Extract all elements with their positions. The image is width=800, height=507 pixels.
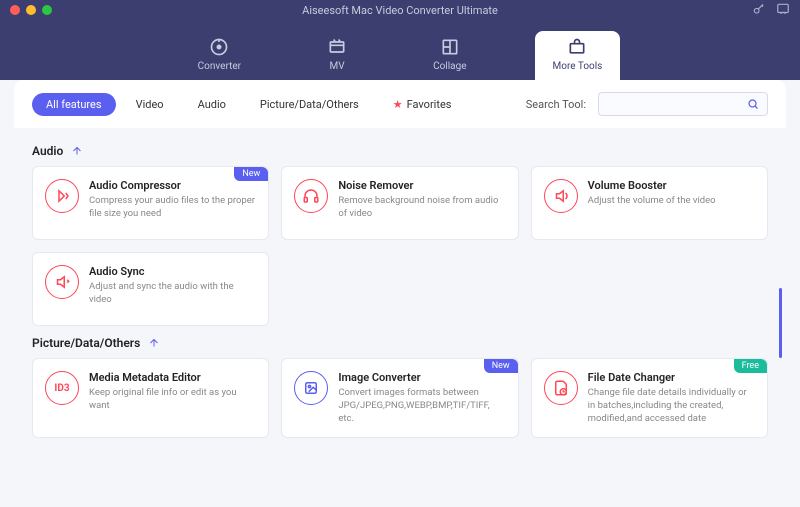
badge-new: New <box>234 167 268 181</box>
tab-all-features[interactable]: All features <box>32 93 116 116</box>
tab-audio[interactable]: Audio <box>184 93 240 116</box>
card-metadata-editor[interactable]: ID3 Media Metadata EditorKeep original f… <box>32 358 269 438</box>
search-input[interactable] <box>607 98 747 111</box>
nav-more-tools[interactable]: More Tools <box>535 31 621 80</box>
filter-toolbar: All features Video Audio Picture/Data/Ot… <box>32 92 768 116</box>
card-audio-sync[interactable]: Audio SyncAdjust and sync the audio with… <box>32 252 269 326</box>
card-image-converter[interactable]: New Image ConverterConvert images format… <box>281 358 518 438</box>
window-title: Aiseesoft Mac Video Converter Ultimate <box>0 4 800 17</box>
search-label: Search Tool: <box>526 98 586 111</box>
section-picture: Picture/Data/Others <box>32 336 768 350</box>
search-box[interactable] <box>598 92 768 116</box>
section-audio: Audio <box>32 144 768 158</box>
main-nav: Converter MV Collage More Tools <box>0 20 800 80</box>
titlebar: Aiseesoft Mac Video Converter Ultimate <box>0 0 800 20</box>
search-icon <box>747 97 759 111</box>
tool-list: Audio New Audio CompressorCompress your … <box>14 128 786 493</box>
tab-picture-data-others[interactable]: Picture/Data/Others <box>246 93 373 116</box>
card-file-date-changer[interactable]: Free File Date ChangerChange file date d… <box>531 358 768 438</box>
feedback-icon[interactable] <box>776 1 790 20</box>
file-date-icon <box>544 371 578 405</box>
scrollbar[interactable] <box>779 288 782 358</box>
volume-icon <box>544 179 578 213</box>
badge-free: Free <box>734 359 767 373</box>
image-convert-icon <box>294 371 328 405</box>
key-icon[interactable] <box>752 1 766 20</box>
card-volume-booster[interactable]: Volume BoosterAdjust the volume of the v… <box>531 166 768 240</box>
id3-icon: ID3 <box>45 371 79 405</box>
headphones-icon <box>294 179 328 213</box>
nav-converter[interactable]: Converter <box>180 31 259 80</box>
tab-video[interactable]: Video <box>122 93 178 116</box>
card-noise-remover[interactable]: Noise RemoverRemove background noise fro… <box>281 166 518 240</box>
sync-icon <box>45 265 79 299</box>
tab-favorites[interactable]: ★Favorites <box>379 93 466 116</box>
card-audio-compressor[interactable]: New Audio CompressorCompress your audio … <box>32 166 269 240</box>
collapse-up-icon[interactable] <box>148 337 160 349</box>
compress-icon <box>45 179 79 213</box>
star-icon: ★ <box>393 98 403 111</box>
nav-mv[interactable]: MV <box>309 31 365 80</box>
nav-collage[interactable]: Collage <box>415 31 484 80</box>
badge-new: New <box>484 359 518 373</box>
collapse-up-icon[interactable] <box>71 145 83 157</box>
